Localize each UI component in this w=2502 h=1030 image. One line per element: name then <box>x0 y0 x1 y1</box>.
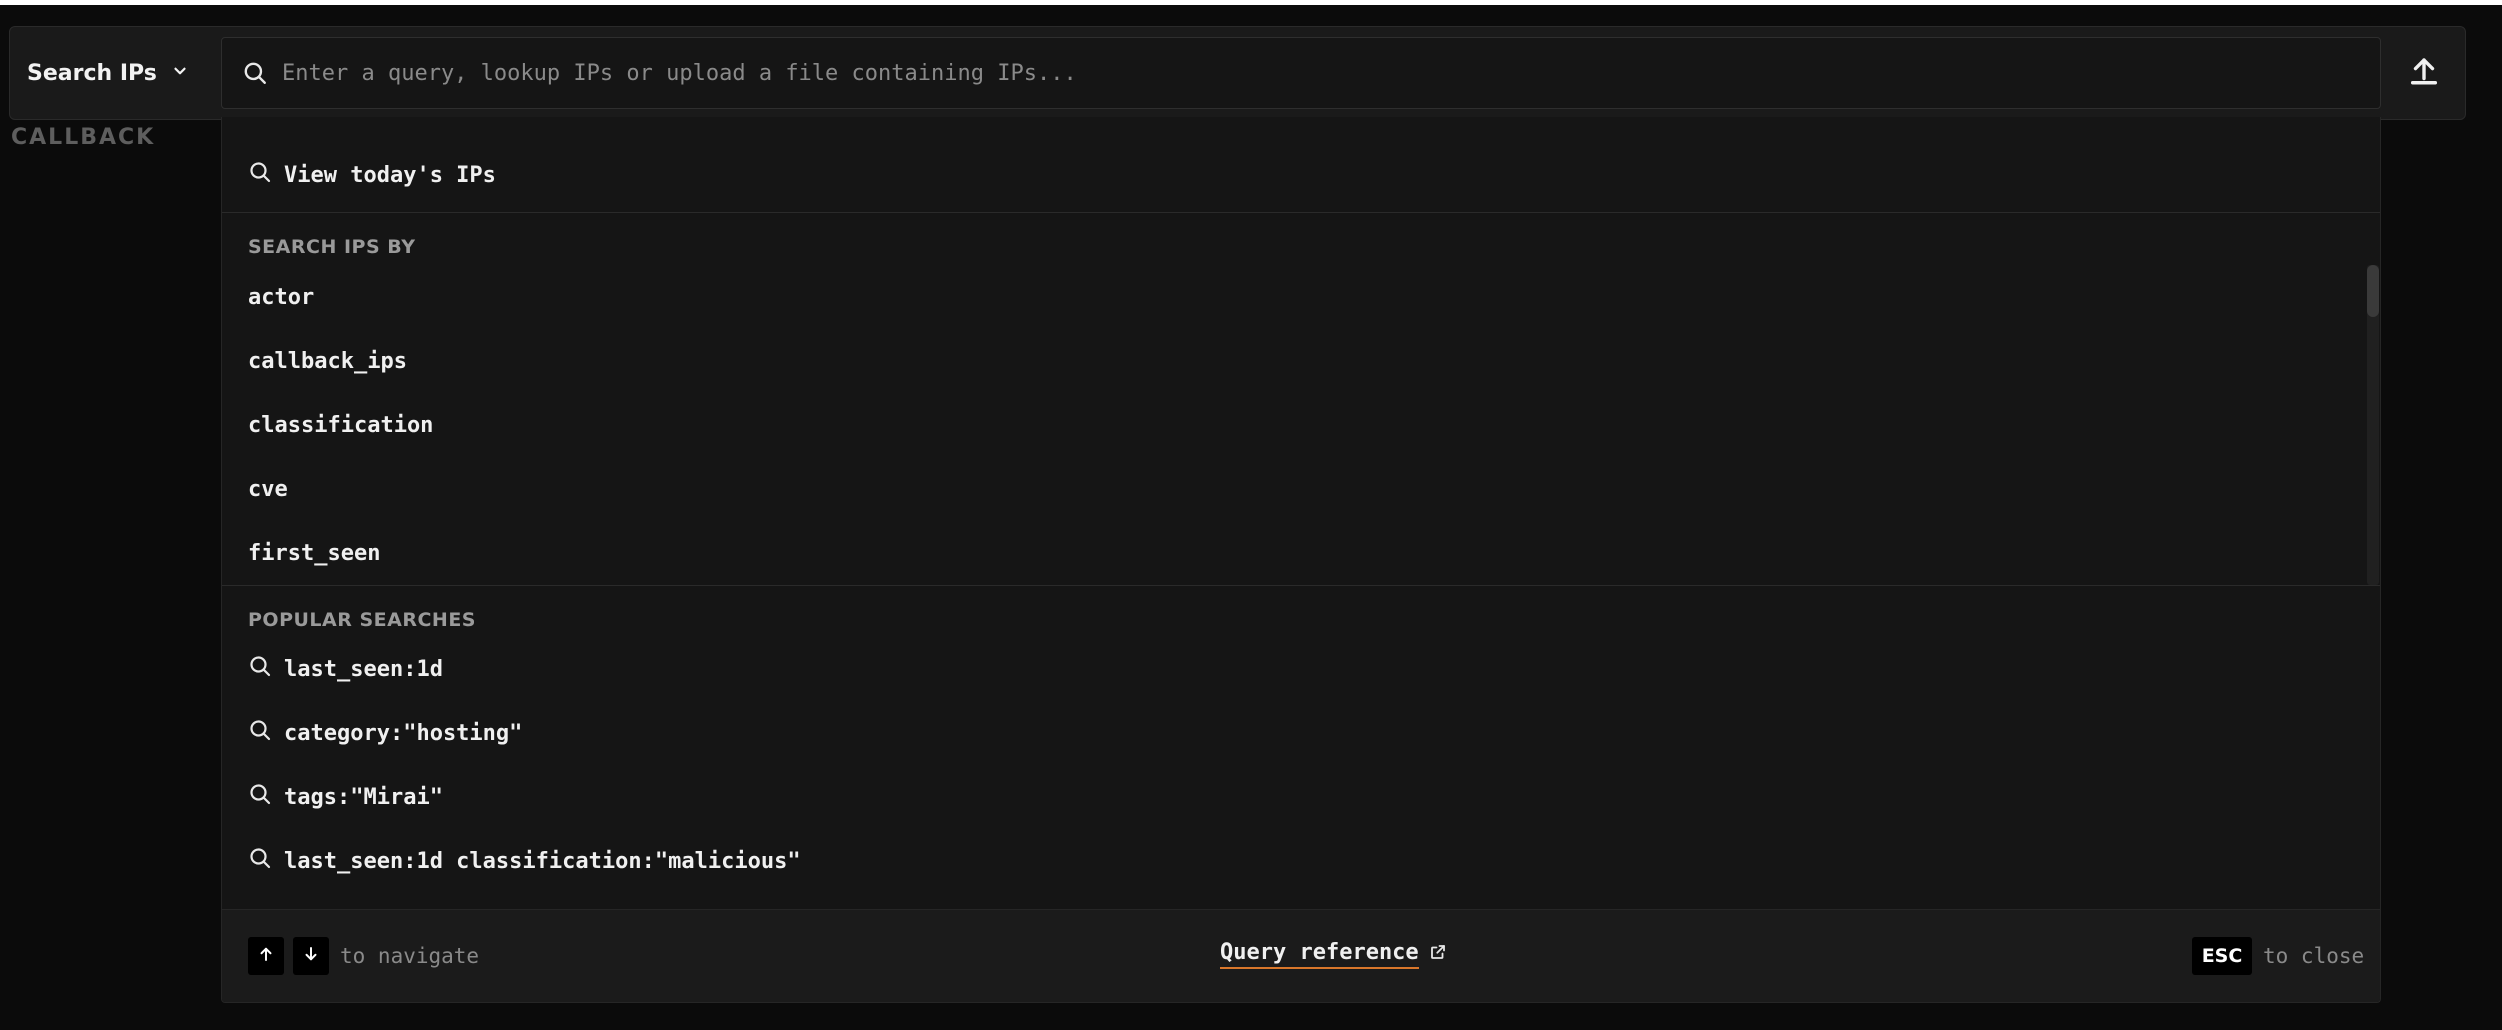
search-icon <box>248 782 272 812</box>
search-suggestions-dropdown: View today's IPs SEARCH IPS BY actor cal… <box>221 117 2381 1003</box>
field-item-callback-ips[interactable]: callback_ips <box>248 339 407 383</box>
popular-search-item[interactable]: category:"hosting" <box>248 711 522 755</box>
field-item-classification[interactable]: classification <box>248 403 433 447</box>
background-section-label: CALLBACK <box>11 125 156 150</box>
view-today-ips-item[interactable]: View today's IPs <box>248 153 496 197</box>
popular-search-item[interactable]: last_seen:1d classification:"malicious" <box>248 839 801 883</box>
search-icon <box>248 846 272 876</box>
popular-search-label: last_seen:1d classification:"malicious" <box>284 848 801 874</box>
search-icon <box>248 654 272 684</box>
top-edge <box>0 0 2502 5</box>
key-up <box>248 937 284 975</box>
divider <box>222 585 2380 586</box>
upload-button[interactable] <box>2402 50 2446 94</box>
search-scope-dropdown[interactable]: Search IPs <box>27 44 207 102</box>
dropdown-footer: to navigate Query reference ESC to close <box>222 909 2380 1002</box>
popular-search-label: last_seen:1d <box>284 656 443 682</box>
search-scope-label: Search IPs <box>27 60 157 86</box>
search-by-heading: SEARCH IPS BY <box>248 236 416 258</box>
query-reference-link[interactable]: Query reference <box>1220 940 1447 969</box>
popular-search-label: tags:"Mirai" <box>284 784 443 810</box>
fields-scrollbar-thumb[interactable] <box>2367 265 2379 317</box>
key-down <box>293 937 329 975</box>
field-item-actor[interactable]: actor <box>248 275 314 319</box>
external-link-icon <box>1429 942 1447 967</box>
popular-search-label: category:"hosting" <box>284 720 523 746</box>
key-esc: ESC <box>2192 937 2252 975</box>
popular-search-item[interactable]: tags:"Mirai" <box>248 775 443 819</box>
query-reference-label: Query reference <box>1220 940 1419 969</box>
divider <box>222 212 2380 213</box>
popular-search-item[interactable]: last_seen:1d <box>248 647 443 691</box>
field-item-first-seen[interactable]: first_seen <box>248 531 380 575</box>
search-input[interactable] <box>280 59 2380 87</box>
view-today-ips-label: View today's IPs <box>284 162 496 188</box>
search-icon <box>248 160 272 190</box>
close-hint: to close <box>2263 944 2365 968</box>
search-icon <box>248 718 272 748</box>
field-item-cve[interactable]: cve <box>248 467 288 511</box>
arrow-down-icon <box>302 945 320 968</box>
search-icon <box>242 59 270 87</box>
navigate-hint: to navigate <box>340 944 480 968</box>
popular-searches-heading: POPULAR SEARCHES <box>248 609 476 631</box>
chevron-down-icon <box>171 61 189 86</box>
arrow-up-icon <box>257 945 275 968</box>
upload-icon <box>2407 53 2441 91</box>
search-box <box>221 37 2381 109</box>
